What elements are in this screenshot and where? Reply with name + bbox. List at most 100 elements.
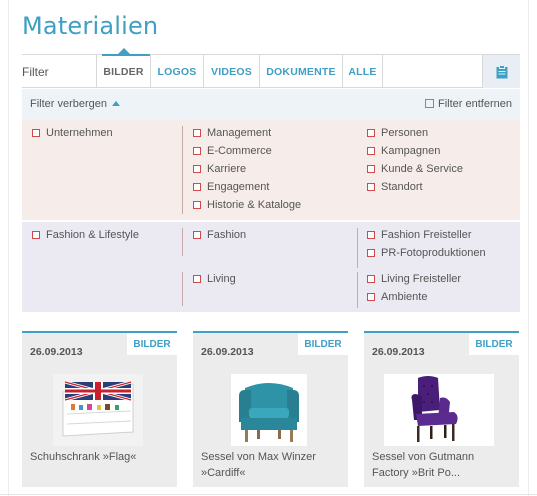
teal-armchair-image: [231, 374, 307, 446]
filter-option-label: Engagement: [207, 181, 270, 193]
tab-videos[interactable]: VIDEOS: [203, 55, 259, 88]
card-type-badge: BILDER: [298, 333, 348, 355]
card-date: 26.09.2013: [372, 346, 425, 358]
tab-label: VIDEOS: [211, 65, 252, 78]
card-image-purple-armchair[interactable]: [384, 374, 494, 446]
filter-option-label: Historie & Kataloge: [207, 199, 302, 211]
media-card[interactable]: 26.09.2013 BILDER Sessel von Gutmann Fac…: [364, 331, 519, 487]
filter-option-label: Standort: [381, 181, 423, 193]
active-tab-indicator: [102, 54, 150, 56]
checkbox-icon: [193, 274, 201, 283]
checkbox-icon: [367, 248, 375, 257]
remove-filter-button[interactable]: Filter entfernen: [425, 98, 512, 110]
tab-bilder[interactable]: BILDER: [96, 55, 150, 88]
card-title: Schuhschrank »Flag«: [30, 451, 137, 463]
card-image-flag-cabinet[interactable]: [53, 374, 143, 446]
checkbox-icon: [193, 128, 201, 137]
checkbox-icon: [193, 146, 201, 155]
filter-option-label: Karriere: [207, 163, 247, 175]
guide-line-left: [8, 0, 9, 496]
filter-option[interactable]: Fashion & Lifestyle: [32, 229, 139, 241]
filter-option-label: Living Freisteller: [381, 273, 462, 285]
filter-option[interactable]: Standort: [367, 181, 423, 193]
tab-label: ALLE: [348, 65, 377, 78]
filter-panel-company: Unternehmen Management E-Commerce Karrie…: [22, 120, 520, 220]
filter-option-label: Kampagnen: [381, 145, 441, 157]
filter-option[interactable]: Engagement: [193, 181, 269, 193]
filter-option[interactable]: Kampagnen: [367, 145, 440, 157]
filter-option-label: Personen: [381, 127, 429, 139]
filter-option-label: Fashion Freisteller: [381, 229, 472, 241]
checkbox-icon: [367, 164, 375, 173]
checkbox-icon: [193, 164, 201, 173]
filter-option[interactable]: PR-Fotoproduktionen: [367, 247, 486, 259]
card-date: 26.09.2013: [30, 346, 83, 358]
filter-label: Filter: [22, 65, 49, 79]
clipboard-icon: [496, 64, 507, 78]
filter-option[interactable]: Living Freisteller: [367, 273, 461, 285]
card-type-badge: BILDER: [127, 333, 177, 355]
checkbox-icon: [367, 182, 375, 191]
card-title: Sessel von Max Winzer »Cardiff«: [201, 451, 316, 479]
checkbox-icon: [193, 230, 201, 239]
tab-alle[interactable]: ALLE: [342, 55, 383, 88]
caret-up-icon: [112, 101, 121, 106]
tab-label: LOGOS: [157, 65, 197, 78]
checkbox-icon: [193, 182, 201, 191]
filter-option-label: Fashion & Lifestyle: [46, 229, 139, 241]
card-type-badge: BILDER: [469, 333, 519, 355]
clipboard-button[interactable]: [482, 55, 520, 88]
filter-option-label: Management: [207, 127, 272, 139]
page-title: Materialien: [22, 12, 159, 40]
filter-option-label: Ambiente: [381, 291, 428, 303]
checkbox-icon: [425, 99, 435, 108]
column-divider: [182, 272, 183, 306]
card-image-teal-armchair[interactable]: [231, 374, 307, 446]
checkbox-icon: [32, 128, 40, 137]
checkbox-icon: [32, 230, 40, 239]
guide-line-bottom: [0, 494, 537, 495]
filter-option[interactable]: Personen: [367, 127, 428, 139]
checkbox-icon: [367, 230, 375, 239]
media-card[interactable]: 26.09.2013 BILDER Schuhschrank »Flag«: [22, 331, 177, 487]
tab-label: DOKUMENTE: [266, 65, 336, 78]
checkbox-icon: [367, 146, 375, 155]
checkbox-icon: [367, 274, 375, 283]
filter-toolbar: Filter verbergen Filter entfernen: [22, 89, 520, 120]
filter-option[interactable]: E-Commerce: [193, 145, 272, 157]
filter-option[interactable]: Kunde & Service: [367, 163, 463, 175]
checkbox-icon: [367, 292, 375, 301]
media-card[interactable]: 26.09.2013 BILDER Sessel von Max Winzer …: [193, 331, 348, 487]
filter-option-label: Kunde & Service: [381, 163, 463, 175]
toggle-filter-button[interactable]: Filter verbergen: [30, 98, 121, 110]
tab-dokumente[interactable]: DOKUMENTE: [259, 55, 342, 88]
purple-armchair-image: [384, 374, 494, 446]
tab-logos[interactable]: LOGOS: [150, 55, 203, 88]
filter-option[interactable]: Karriere: [193, 163, 246, 175]
tab-label: BILDER: [103, 65, 144, 78]
checkbox-icon: [193, 200, 201, 209]
column-divider: [182, 228, 183, 256]
shoe-cabinet-image: [53, 374, 143, 446]
filter-option[interactable]: Ambiente: [367, 291, 427, 303]
media-tabbar: Filter BILDER LOGOS VIDEOS DOKUMENTE ALL…: [22, 48, 520, 88]
filter-option[interactable]: Management: [193, 127, 271, 139]
filter-panel-fashion: Fashion & Lifestyle Fashion Fashion Frei…: [22, 222, 520, 312]
filter-option-label: Fashion: [207, 229, 247, 241]
column-divider: [357, 228, 358, 268]
filter-option[interactable]: Unternehmen: [32, 127, 113, 139]
column-divider: [182, 126, 183, 214]
toggle-filter-label: Filter verbergen: [30, 98, 108, 110]
active-tab-caret-icon: [118, 48, 130, 54]
filter-option[interactable]: Living: [193, 273, 236, 285]
filter-option-label: E-Commerce: [207, 145, 272, 157]
column-divider: [357, 272, 358, 308]
filter-option-label: Living: [207, 273, 236, 285]
filter-option-label: Unternehmen: [46, 127, 113, 139]
filter-option-label: PR-Fotoproduktionen: [381, 247, 486, 259]
card-date: 26.09.2013: [201, 346, 254, 358]
filter-option[interactable]: Fashion Freisteller: [367, 229, 471, 241]
filter-option[interactable]: Fashion: [193, 229, 246, 241]
remove-filter-label: Filter entfernen: [438, 98, 512, 110]
filter-option[interactable]: Historie & Kataloge: [193, 199, 301, 211]
